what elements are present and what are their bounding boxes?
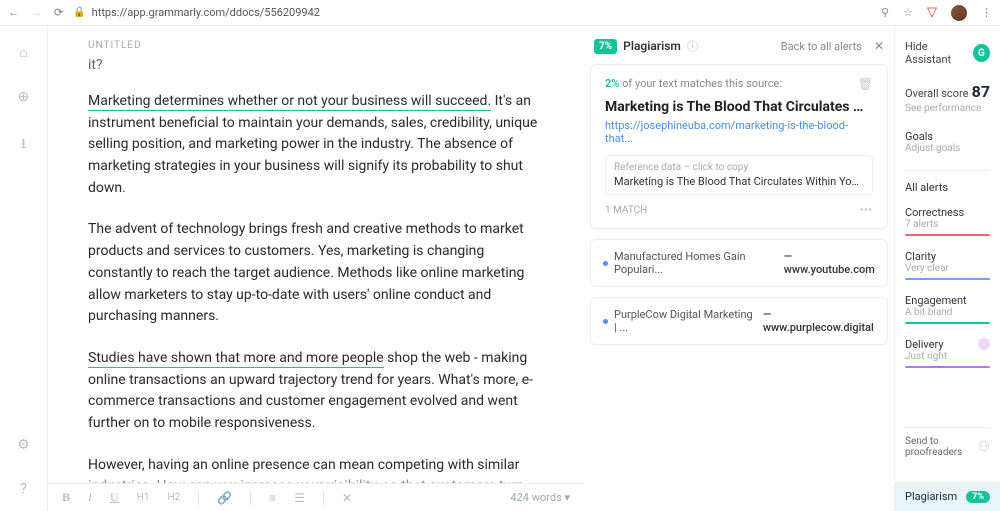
more-icon[interactable]: ••• [860,205,873,216]
h2-button[interactable]: H2 [167,492,180,503]
gear-icon[interactable]: ⚙ [17,437,30,453]
source-url[interactable]: https://josephineuba.com/marketing-is-th… [605,119,873,145]
word-count[interactable]: 424 words ▾ [510,491,570,504]
plagiarism-highlight[interactable]: Studies have shown that more and more pe… [88,350,384,368]
address-bar[interactable]: 🔒 https://app.grammarly.com/ddocs/556209… [73,6,871,19]
list-ol-icon[interactable]: ≡ [269,491,276,505]
help-icon[interactable]: ? [20,481,27,497]
search-icon[interactable]: ⚲ [881,6,889,19]
close-icon[interactable]: ✕ [874,39,884,53]
info-icon[interactable]: ⓘ [687,38,698,54]
metric-clarity[interactable]: Clarity Very clear [905,250,990,280]
related-source-row[interactable]: PurpleCow Digital Marketing | ... — www.… [590,297,888,345]
doc-title[interactable]: UNTITLED [88,40,544,51]
editor-pane: UNTITLED it? Marketing determines whethe… [48,26,584,511]
paragraph-2[interactable]: The advent of technology brings fresh an… [88,219,544,327]
star-icon[interactable]: ☆ [903,6,913,19]
hide-assistant[interactable]: Hide Assistant [905,40,973,66]
forward-icon[interactable]: → [31,6,42,19]
plagiarism-percent-pill: 7% [966,491,990,503]
link-icon[interactable]: 🔗 [217,491,232,505]
all-alerts-link[interactable]: All alerts [905,181,990,194]
reference-text: Marketing is The Blood That Circulates W… [614,175,864,188]
browser-chrome: ← → ⟳ 🔒 https://app.grammarly.com/ddocs/… [0,0,1000,26]
plagiarism-label: Plagiarism [623,39,681,53]
source-title: Marketing is The Blood That Circulates W… [605,99,873,115]
match-count: 1 MATCH [605,205,647,216]
bullet-icon [603,261,608,266]
trash-icon[interactable]: 🗑 [858,77,873,91]
profile-avatar[interactable] [951,5,967,21]
adjust-goals[interactable]: Adjust goals [905,143,990,154]
reference-label: Reference data – click to copy [614,162,864,173]
menu-icon[interactable]: ⋮ [981,6,992,19]
match-percentage: 2% of your text matches this source: [605,77,782,90]
reload-icon[interactable]: ⟳ [54,6,63,19]
see-performance[interactable]: See performance [905,103,990,114]
alerts-panel: 7% Plagiarism ⓘ Back to all alerts ✕ 2% … [584,26,894,511]
goals-label[interactable]: Goals [905,130,990,143]
download-icon[interactable]: ⭳ [21,133,26,157]
metric-delivery[interactable]: Delivery Just right [905,338,990,368]
overall-score-label: Overall score [905,87,968,100]
underline-button[interactable]: U [110,490,119,505]
grammarly-logo-icon[interactable]: G [973,44,990,62]
lock-icon: 🔒 [73,7,85,18]
plagiarism-highlight[interactable]: Marketing determines whether or not your… [88,93,491,111]
check-icon [978,338,990,350]
inbox-icon[interactable]: ⌂ [19,44,27,61]
add-icon[interactable]: ⊕ [18,89,30,105]
doc-fragment[interactable]: it? [88,57,544,73]
url-text: https://app.grammarly.com/ddocs/55620994… [92,6,320,19]
bullet-icon [603,319,608,324]
italic-button[interactable]: I [88,490,92,505]
paragraph-3[interactable]: Studies have shown that more and more pe… [88,348,544,435]
send-to-proofreaders[interactable]: Send to proofreaders ⚇ [905,427,990,466]
related-source-row[interactable]: Manufactured Homes Gain Populari... — ww… [590,239,888,287]
metric-engagement[interactable]: Engagement A bit bland [905,294,990,324]
overall-score-value: 87 [972,82,990,101]
format-toolbar: B I U H1 H2 🔗 ≡ ☰ ✕ 424 words ▾ [48,483,584,511]
assistant-sidebar: Hide Assistant G Overall score 87 See pe… [894,26,1000,511]
reference-copy-box[interactable]: Reference data – click to copy Marketing… [605,155,873,195]
list-ul-icon[interactable]: ☰ [294,491,305,505]
plagiarism-percent-badge: 7% [594,39,617,54]
plagiarism-source-card[interactable]: 2% of your text matches this source: 🗑 M… [590,64,888,229]
shield-icon[interactable]: ▽ [927,5,937,20]
person-icon: ⚇ [977,439,990,455]
paragraph-1[interactable]: Marketing determines whether or not your… [88,91,544,199]
back-icon[interactable]: ← [8,6,19,19]
back-to-alerts[interactable]: Back to all alerts [781,40,862,53]
paragraph-4[interactable]: However, having an online presence can m… [88,455,544,483]
plagiarism-tab[interactable]: Plagiarism 7% [895,482,1000,511]
clear-format-icon[interactable]: ✕ [342,491,352,505]
left-rail: ⌂ ⊕ ⭳ ⚙ ? [0,26,48,511]
h1-button[interactable]: H1 [137,492,150,503]
metric-correctness[interactable]: Correctness 7 alerts [905,206,990,236]
bold-button[interactable]: B [62,490,70,505]
